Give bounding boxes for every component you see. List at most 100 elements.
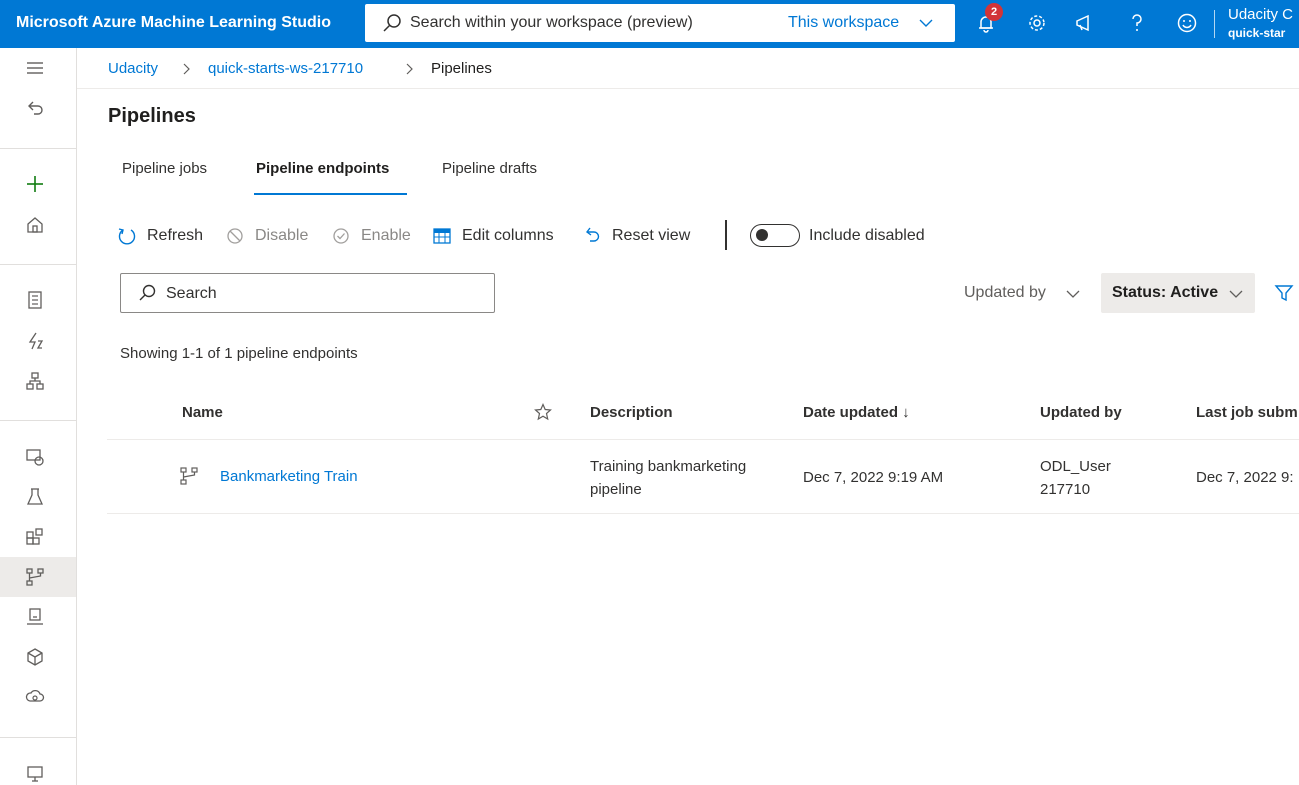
nav-compute[interactable] <box>0 754 76 785</box>
topbar-divider <box>1214 10 1215 38</box>
nav-back[interactable] <box>0 88 76 128</box>
data-icon <box>26 449 44 466</box>
search-icon <box>383 14 401 32</box>
endpoint-updated-by-line1: ODL_User <box>1040 458 1111 475</box>
nav-pipelines[interactable] <box>0 557 76 597</box>
nav-notebooks[interactable] <box>0 280 76 320</box>
updated-by-filter[interactable]: Updated by <box>964 284 1046 302</box>
results-summary: Showing 1-1 of 1 pipeline endpoints <box>120 345 358 362</box>
refresh-label: Refresh <box>147 227 204 244</box>
column-header-description[interactable]: Description <box>590 404 673 421</box>
search-icon <box>139 284 156 301</box>
left-nav <box>0 48 77 785</box>
nav-separator <box>0 420 76 421</box>
status-filter[interactable]: Status: Active <box>1101 273 1255 313</box>
chevron-down-icon <box>919 19 933 27</box>
filter-icon[interactable] <box>1274 283 1294 303</box>
nav-separator <box>0 737 76 738</box>
nav-home[interactable] <box>0 205 76 245</box>
chevron-right-icon <box>406 63 413 75</box>
edit-columns-label: Edit columns <box>462 227 554 244</box>
notification-badge: 2 <box>985 3 1003 21</box>
breadcrumb-workspace[interactable]: quick-starts-ws-217710 <box>208 60 363 77</box>
reset-arrow-icon <box>586 227 600 242</box>
pipeline-icon <box>26 568 44 586</box>
cloud-icon <box>25 689 45 702</box>
environment-icon <box>27 608 43 625</box>
flask-icon <box>26 488 44 505</box>
endpoint-last-job: Dec 7, 2022 9: <box>1196 469 1294 486</box>
megaphone-icon[interactable] <box>1074 12 1096 34</box>
column-header-last-job[interactable]: Last job subm <box>1196 404 1298 421</box>
endpoint-date-updated: Dec 7, 2022 9:19 AM <box>803 469 944 486</box>
endpoint-description-line2: pipeline <box>590 481 642 498</box>
disable-label: Disable <box>255 227 309 244</box>
refresh-icon <box>118 228 136 245</box>
workspace-search-input[interactable]: Search within your workspace (preview) <box>410 14 693 32</box>
table-icon <box>433 228 451 244</box>
user-name[interactable]: Udacity C <box>1228 6 1293 23</box>
nav-automated-ml[interactable] <box>0 321 76 361</box>
include-disabled-label[interactable]: Include disabled <box>809 227 925 245</box>
nav-designer[interactable] <box>0 361 76 401</box>
include-disabled-toggle[interactable] <box>750 224 800 247</box>
column-header-date-updated[interactable]: Date updated ↓ <box>803 404 910 421</box>
toggle-knob <box>756 229 768 241</box>
enable-label: Enable <box>361 227 411 244</box>
components-icon <box>26 528 43 545</box>
gear-icon[interactable] <box>1026 12 1048 34</box>
toolbar-divider <box>725 220 727 250</box>
nav-components[interactable] <box>0 517 76 557</box>
monitor-icon <box>27 766 43 782</box>
reset-view-label: Reset view <box>612 227 691 244</box>
active-tab-indicator <box>254 193 407 195</box>
page-title: Pipelines <box>108 105 196 127</box>
plus-icon <box>27 176 43 192</box>
check-circle-icon <box>333 228 349 244</box>
breadcrumb-udacity[interactable]: Udacity <box>108 60 158 77</box>
tab-pipeline-jobs[interactable]: Pipeline jobs <box>122 160 207 177</box>
nav-create-new[interactable] <box>0 164 76 204</box>
smiley-icon[interactable] <box>1176 12 1198 34</box>
cube-icon <box>27 648 43 666</box>
breadcrumb-current: Pipelines <box>431 60 492 77</box>
endpoint-search-box[interactable]: Search <box>120 273 495 313</box>
home-icon <box>27 217 43 233</box>
nav-separator <box>0 264 76 265</box>
search-scope-dropdown[interactable]: This workspace <box>788 14 899 32</box>
pipeline-icon <box>180 467 198 485</box>
column-header-name[interactable]: Name <box>182 404 223 421</box>
app-title[interactable]: Microsoft Azure Machine Learning Studio <box>16 14 331 32</box>
undo-arrow-icon <box>28 101 43 115</box>
table-row[interactable]: Bankmarketing Train Training bankmarketi… <box>107 440 1299 514</box>
user-workspace[interactable]: quick-star <box>1228 26 1285 40</box>
chevron-down-icon <box>1066 290 1080 298</box>
breadcrumb: Udacity quick-starts-ws-217710 Pipelines <box>77 48 1299 89</box>
star-icon[interactable] <box>534 403 552 421</box>
endpoint-name-link[interactable]: Bankmarketing Train <box>220 466 358 488</box>
chevron-right-icon <box>183 63 190 75</box>
endpoint-description-line1: Training bankmarketing <box>590 458 747 475</box>
hamburger-icon <box>27 62 43 74</box>
nav-data[interactable] <box>0 437 76 477</box>
nav-environments[interactable] <box>0 597 76 637</box>
nav-jobs[interactable] <box>0 477 76 517</box>
endpoint-updated-by-line2: 217710 <box>1040 481 1091 498</box>
status-filter-label: Status: Active <box>1112 284 1219 301</box>
nav-models[interactable] <box>0 637 76 677</box>
nav-separator <box>0 148 76 149</box>
nav-endpoints[interactable] <box>0 677 76 717</box>
chevron-down-icon <box>1229 290 1243 298</box>
endpoint-search-input[interactable]: Search <box>166 285 217 303</box>
workspace-search-box[interactable]: Search within your workspace (preview) T… <box>365 4 955 42</box>
tab-pipeline-endpoints[interactable]: Pipeline endpoints <box>256 160 389 177</box>
lightning-icon <box>28 332 44 350</box>
block-icon <box>227 228 243 244</box>
hierarchy-icon <box>26 372 44 390</box>
help-icon[interactable] <box>1126 12 1148 34</box>
tab-pipeline-drafts[interactable]: Pipeline drafts <box>442 160 537 177</box>
column-header-updated-by[interactable]: Updated by <box>1040 404 1122 421</box>
notebook-icon <box>28 291 42 309</box>
nav-hamburger[interactable] <box>0 48 76 88</box>
top-bar: Microsoft Azure Machine Learning Studio … <box>0 0 1299 48</box>
